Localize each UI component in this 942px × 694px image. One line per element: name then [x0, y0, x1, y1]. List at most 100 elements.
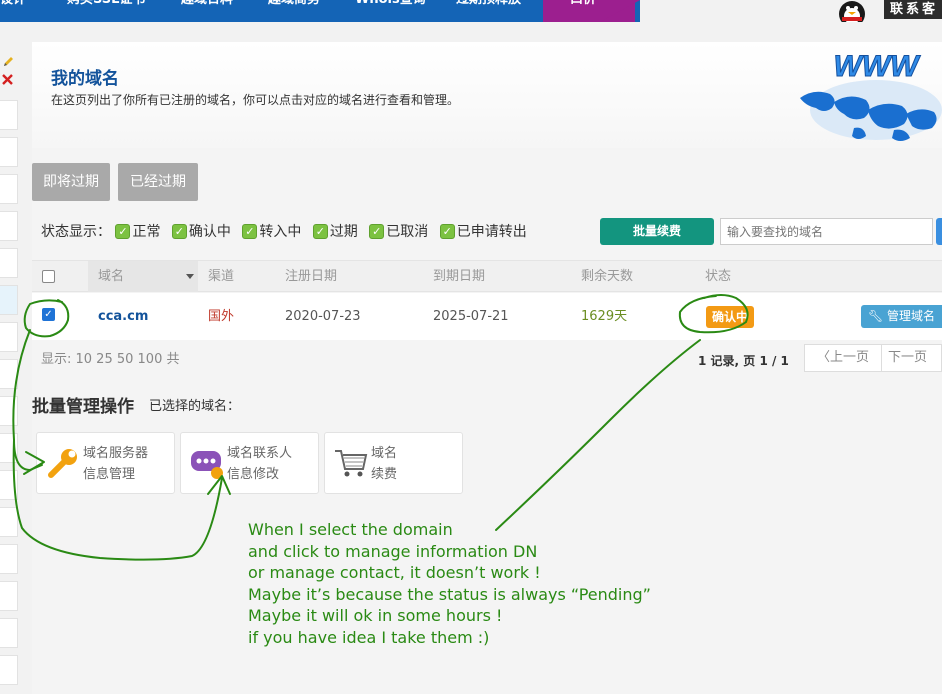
renew-card-text: 域名 续费: [371, 443, 397, 485]
svg-text:WWW: WWW: [834, 50, 922, 83]
nav-item-ssl[interactable]: 购买SSL证书: [67, 0, 145, 9]
sidebar-item[interactable]: [0, 359, 18, 389]
status-check-cancelled[interactable]: ✓: [369, 223, 385, 239]
prev-page-label: 上一页: [830, 350, 870, 365]
column-days-left: 剩余天数: [581, 269, 634, 284]
contact-card-line2: 信息修改: [227, 467, 280, 482]
status-check-expired[interactable]: ✓: [312, 223, 328, 239]
row-checkbox[interactable]: ✓: [42, 308, 55, 321]
contact-info-card[interactable]: 域名联系人 信息修改: [180, 432, 319, 494]
www-globe-icon: WWW: [800, 50, 942, 141]
page-header: 我的域名 在这页列出了你所有已注册的域名，你可以点击对应的域名进行查看和管理。 …: [32, 42, 942, 148]
status-option-normal: 正常: [132, 224, 161, 240]
sidebar-item[interactable]: [0, 322, 18, 352]
nav-item-expired[interactable]: 过期预释放: [456, 0, 521, 9]
wrench-icon: [48, 449, 77, 478]
days-left: 1629天: [581, 309, 628, 324]
manage-domain-button[interactable]: 🔧︎ 管理域名: [861, 305, 942, 328]
sidebar-item[interactable]: [0, 470, 18, 500]
status-option-transfer-out: 已申请转出: [456, 224, 527, 240]
next-page-button[interactable]: 下一页: [882, 344, 942, 372]
channel-value: 国外: [208, 309, 235, 324]
batch-renew-button[interactable]: 批量续费: [600, 218, 714, 245]
page-description: 在这页列出了你所有已注册的域名，你可以点击对应的域名进行查看和管理。: [51, 93, 460, 107]
table-row: ✓ cca.cm 国外 2020-07-23 2025-07-21 1629天 …: [32, 293, 942, 340]
select-all-checkbox[interactable]: [42, 270, 55, 283]
tab-expired[interactable]: 已经过期: [118, 163, 198, 201]
column-status: 状态: [705, 269, 732, 284]
annotation-text: When I select the domain and click to ma…: [248, 519, 651, 649]
sidebar-item[interactable]: [0, 137, 18, 167]
sidebar-item[interactable]: [0, 544, 18, 574]
sidebar-item[interactable]: [0, 396, 18, 426]
contact-label[interactable]: 联系客: [884, 0, 942, 19]
wrench-icon: 🔧︎: [867, 309, 884, 323]
chat-icon: [191, 451, 223, 479]
left-sidebar: [0, 42, 20, 694]
batch-section-title: 批量管理操作: [32, 397, 134, 417]
pencil-icon[interactable]: [2, 56, 14, 68]
status-filter-label: 状态显示：: [41, 224, 111, 240]
pagination-info: 1 记录, 页 1 / 1: [698, 354, 789, 368]
sort-down-icon[interactable]: [186, 274, 194, 279]
status-option-expired: 过期: [329, 224, 358, 240]
cart-icon: [335, 450, 368, 477]
sidebar-item-active[interactable]: [0, 285, 18, 315]
manage-domain-label: 管理域名: [887, 309, 936, 323]
page-size-selector[interactable]: 显示: 10 25 50 100 共: [41, 348, 179, 367]
status-option-cancelled: 已取消: [386, 224, 429, 240]
delete-icon[interactable]: [2, 74, 13, 85]
status-check-confirming[interactable]: ✓: [171, 223, 187, 239]
annotation-line: if you have idea I take them :): [248, 627, 490, 647]
table-header: 域名 渠道 注册日期 到期日期 剩余天数 状态: [32, 260, 942, 292]
sidebar-item[interactable]: [0, 618, 18, 648]
page-title: 我的域名: [51, 69, 119, 89]
sidebar-item[interactable]: [0, 211, 18, 241]
nav-item-design[interactable]: 设计: [0, 0, 26, 9]
annotation-line: or manage contact, it doesn’t work !: [248, 563, 541, 583]
column-domain[interactable]: 域名: [98, 261, 124, 293]
nav-item-fixed-price[interactable]: 一口价: [557, 0, 596, 9]
tab-expiring-soon[interactable]: 即将过期: [32, 163, 110, 201]
sidebar-item[interactable]: [0, 100, 18, 130]
renew-card-line2: 续费: [371, 467, 398, 482]
nav-item-whois[interactable]: Whois查询: [355, 0, 426, 9]
annotation-line: Maybe it’s because the status is always …: [248, 584, 651, 604]
contact-card-text: 域名联系人 信息修改: [227, 443, 292, 485]
dns-card-text: 域名服务器 信息管理: [83, 443, 148, 485]
status-check-normal[interactable]: ✓: [115, 223, 131, 239]
expiry-date: 2025-07-21: [433, 309, 509, 324]
prev-page-button[interactable]: 〈上一页: [804, 344, 882, 372]
sidebar-item[interactable]: [0, 507, 18, 537]
column-expires: 到期日期: [433, 269, 486, 284]
nav-diagonal: [600, 0, 640, 22]
sidebar-item[interactable]: [0, 174, 18, 204]
domain-search-input[interactable]: [720, 218, 933, 245]
status-check-transfer-out[interactable]: ✓: [439, 223, 455, 239]
renew-card-line1: 域名: [371, 446, 398, 461]
penguin-mascot-icon: [839, 1, 865, 22]
sidebar-item[interactable]: [0, 433, 18, 463]
nav-item-food[interactable]: 趣域日料: [181, 0, 233, 9]
annotation-line: Maybe it will ok in some hours !: [248, 606, 503, 626]
sidebar-item[interactable]: [0, 655, 18, 685]
sidebar-item[interactable]: [0, 581, 18, 611]
sidebar-item[interactable]: [0, 248, 18, 278]
batch-selected-label: 已选择的域名：: [149, 399, 241, 414]
renew-card[interactable]: 域名 续费: [324, 432, 463, 494]
annotation-line: and click to manage information DN: [248, 541, 538, 561]
annotation-line: When I select the domain: [248, 520, 453, 539]
dns-management-card[interactable]: 域名服务器 信息管理: [36, 432, 175, 494]
domain-link[interactable]: cca.cm: [98, 293, 148, 340]
status-check-transferring[interactable]: ✓: [242, 223, 258, 239]
status-option-transferring: 转入中: [259, 224, 302, 240]
nav-item-business[interactable]: 趣域商务: [268, 0, 320, 9]
dns-card-line2: 信息管理: [83, 467, 136, 482]
contact-card-line1: 域名联系人: [227, 446, 293, 461]
dns-card-line1: 域名服务器: [83, 446, 149, 461]
status-option-confirming: 确认中: [188, 224, 231, 240]
search-button[interactable]: [936, 218, 942, 245]
chevron-left-icon: 〈: [816, 350, 830, 365]
column-registered: 注册日期: [285, 269, 338, 284]
registered-date: 2020-07-23: [285, 309, 361, 324]
